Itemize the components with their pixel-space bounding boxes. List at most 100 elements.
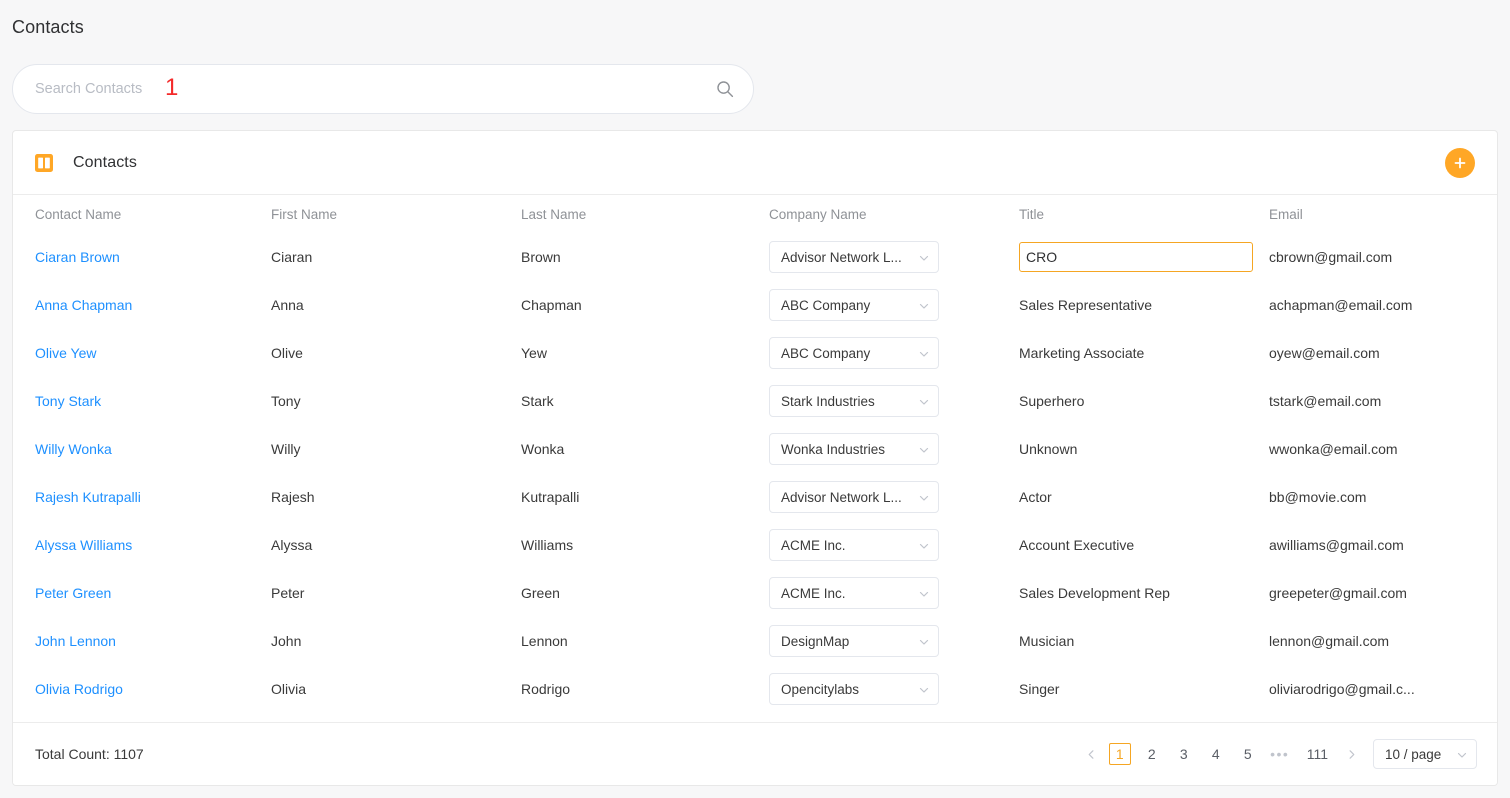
contact-name-link[interactable]: John Lennon xyxy=(35,633,116,649)
cell-title: Sales Representative xyxy=(1011,281,1261,329)
contact-name-link[interactable]: Olive Yew xyxy=(35,345,96,361)
chevron-down-icon xyxy=(918,539,930,551)
company-name-select[interactable]: ABC Company xyxy=(769,337,939,369)
cell-last-name[interactable]: Green xyxy=(513,569,761,617)
email-value[interactable]: cbrown@gmail.com xyxy=(1269,249,1392,265)
email-value[interactable]: awilliams@gmail.com xyxy=(1269,537,1404,553)
company-name-select[interactable]: Advisor Network L... xyxy=(769,241,939,273)
cell-last-name[interactable]: Stark xyxy=(513,377,761,425)
cell-last-name[interactable]: Chapman xyxy=(513,281,761,329)
pagination-page-5[interactable]: 5 xyxy=(1237,743,1259,765)
contact-name-link[interactable]: Anna Chapman xyxy=(35,297,132,313)
cell-last-name[interactable]: Lennon xyxy=(513,617,761,665)
card-header: Contacts xyxy=(13,131,1497,195)
company-name-select[interactable]: Advisor Network L... xyxy=(769,481,939,513)
company-name-select[interactable]: Opencitylabs xyxy=(769,673,939,705)
cell-last-name[interactable]: Yew xyxy=(513,329,761,377)
title-value[interactable]: Superhero xyxy=(1019,393,1084,409)
table-row: John Lennon JohnLennon DesignMap Musician le… xyxy=(13,617,1497,665)
company-name-value: Opencitylabs xyxy=(781,682,912,697)
search-icon[interactable] xyxy=(715,79,735,99)
cell-last-name[interactable]: Williams xyxy=(513,521,761,569)
table-row: Ciaran Brown CiaranBrownAdvisor Network L… xyxy=(13,233,1497,281)
pagination-page-last[interactable]: 111 xyxy=(1301,743,1334,765)
cell-first-name[interactable]: John xyxy=(263,617,513,665)
company-name-select[interactable]: ABC Company xyxy=(769,289,939,321)
contact-name-link[interactable]: Ciaran Brown xyxy=(35,249,120,265)
email-value[interactable]: wwonka@email.com xyxy=(1269,441,1398,457)
pagination-prev-button[interactable] xyxy=(1080,741,1104,767)
contact-name-link[interactable]: Olivia Rodrigo xyxy=(35,681,123,697)
contact-name-link[interactable]: Peter Green xyxy=(35,585,111,601)
cell-last-name[interactable]: Brown xyxy=(513,233,761,281)
cell-first-name[interactable]: Rajesh xyxy=(263,473,513,521)
search-box[interactable] xyxy=(12,64,754,114)
chevron-down-icon xyxy=(918,443,930,455)
cell-title: Sales Development Rep xyxy=(1011,569,1261,617)
cell-email: oyew@email.com xyxy=(1261,329,1497,377)
pagination-ellipsis[interactable]: ••• xyxy=(1269,746,1291,762)
cell-email: cbrown@gmail.com xyxy=(1261,233,1497,281)
contact-name-link[interactable]: Rajesh Kutrapalli xyxy=(35,489,141,505)
email-value[interactable]: oyew@email.com xyxy=(1269,345,1380,361)
cell-first-name[interactable]: Willy xyxy=(263,425,513,473)
table-row: Olivia Rodrigo OliviaRodrigo Opencitylabs S… xyxy=(13,665,1497,713)
page-size-select[interactable]: 10 / page xyxy=(1373,739,1477,769)
company-name-select[interactable]: Wonka Industries xyxy=(769,433,939,465)
cell-first-name[interactable]: Tony xyxy=(263,377,513,425)
column-header-title[interactable]: Title xyxy=(1011,195,1261,233)
add-contact-button[interactable] xyxy=(1445,148,1475,178)
cell-first-name[interactable]: Olivia xyxy=(263,665,513,713)
title-value[interactable]: Singer xyxy=(1019,681,1059,697)
cell-last-name[interactable]: Rodrigo xyxy=(513,665,761,713)
pagination-page-4[interactable]: 4 xyxy=(1205,743,1227,765)
pagination-next-button[interactable] xyxy=(1339,741,1363,767)
title-value[interactable]: Musician xyxy=(1019,633,1074,649)
company-name-value: DesignMap xyxy=(781,634,912,649)
cell-contact-name: Anna Chapman xyxy=(13,281,263,329)
column-header-company-name[interactable]: Company Name xyxy=(761,195,1011,233)
company-name-select[interactable]: ACME Inc. xyxy=(769,577,939,609)
search-input[interactable] xyxy=(35,65,707,113)
cell-last-name[interactable]: Kutrapalli xyxy=(513,473,761,521)
page-size-value: 10 / page xyxy=(1385,747,1450,762)
title-value[interactable]: Sales Representative xyxy=(1019,297,1152,313)
email-value[interactable]: lennon@gmail.com xyxy=(1269,633,1389,649)
table-row: Tony Stark TonyStarkStark Industries Super… xyxy=(13,377,1497,425)
email-value[interactable]: bb@movie.com xyxy=(1269,489,1366,505)
cell-email: oliviarodrigo@gmail.c... xyxy=(1261,665,1497,713)
cell-first-name[interactable]: Ciaran xyxy=(263,233,513,281)
title-edit-input[interactable] xyxy=(1019,242,1253,272)
contact-name-link[interactable]: Willy Wonka xyxy=(35,441,112,457)
title-value[interactable]: Marketing Associate xyxy=(1019,345,1144,361)
email-value[interactable]: oliviarodrigo@gmail.c... xyxy=(1269,681,1415,697)
email-value[interactable]: tstark@email.com xyxy=(1269,393,1381,409)
table-row: Anna Chapman AnnaChapmanABC Company Sales … xyxy=(13,281,1497,329)
cell-first-name[interactable]: Alyssa xyxy=(263,521,513,569)
column-header-last-name[interactable]: Last Name xyxy=(513,195,761,233)
company-name-select[interactable]: Stark Industries xyxy=(769,385,939,417)
column-header-email[interactable]: Email xyxy=(1261,195,1497,233)
company-name-select[interactable]: ACME Inc. xyxy=(769,529,939,561)
contact-name-link[interactable]: Alyssa Williams xyxy=(35,537,132,553)
title-value[interactable]: Sales Development Rep xyxy=(1019,585,1170,601)
cell-company-name: ABC Company xyxy=(761,281,1011,329)
column-header-contact-name[interactable]: Contact Name xyxy=(13,195,263,233)
pagination-page-3[interactable]: 3 xyxy=(1173,743,1195,765)
contact-name-link[interactable]: Tony Stark xyxy=(35,393,101,409)
pagination-page-2[interactable]: 2 xyxy=(1141,743,1163,765)
column-header-first-name[interactable]: First Name xyxy=(263,195,513,233)
pagination-page-1[interactable]: 1 xyxy=(1109,743,1131,765)
panel-columns-icon xyxy=(35,154,53,172)
cell-first-name[interactable]: Olive xyxy=(263,329,513,377)
title-value[interactable]: Actor xyxy=(1019,489,1052,505)
cell-first-name[interactable]: Peter xyxy=(263,569,513,617)
title-value[interactable]: Account Executive xyxy=(1019,537,1134,553)
cell-first-name[interactable]: Anna xyxy=(263,281,513,329)
email-value[interactable]: greepeter@gmail.com xyxy=(1269,585,1407,601)
title-value[interactable]: Unknown xyxy=(1019,441,1077,457)
email-value[interactable]: achapman@email.com xyxy=(1269,297,1412,313)
company-name-select[interactable]: DesignMap xyxy=(769,625,939,657)
cell-last-name[interactable]: Wonka xyxy=(513,425,761,473)
cell-email: tstark@email.com xyxy=(1261,377,1497,425)
